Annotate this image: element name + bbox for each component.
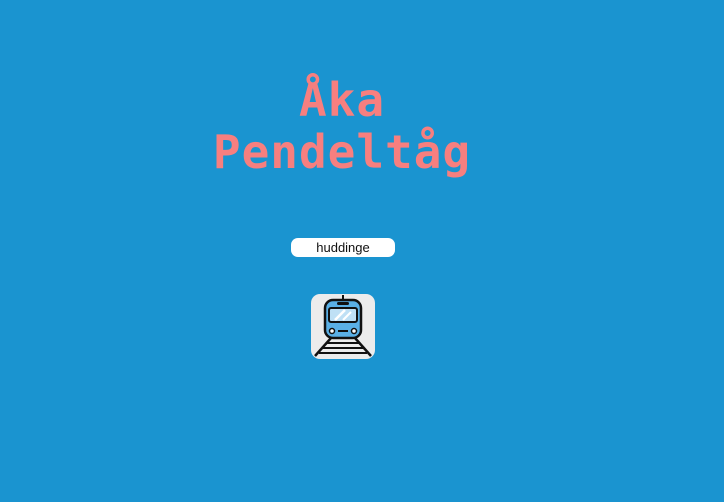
title-line-2: Pendeltåg (212, 125, 472, 179)
station-input[interactable] (291, 238, 395, 257)
title-line-1: Åka (298, 73, 386, 127)
train-icon (314, 295, 372, 357)
go-train-button[interactable] (311, 294, 375, 359)
page-title: Åka Pendeltåg (0, 74, 684, 178)
